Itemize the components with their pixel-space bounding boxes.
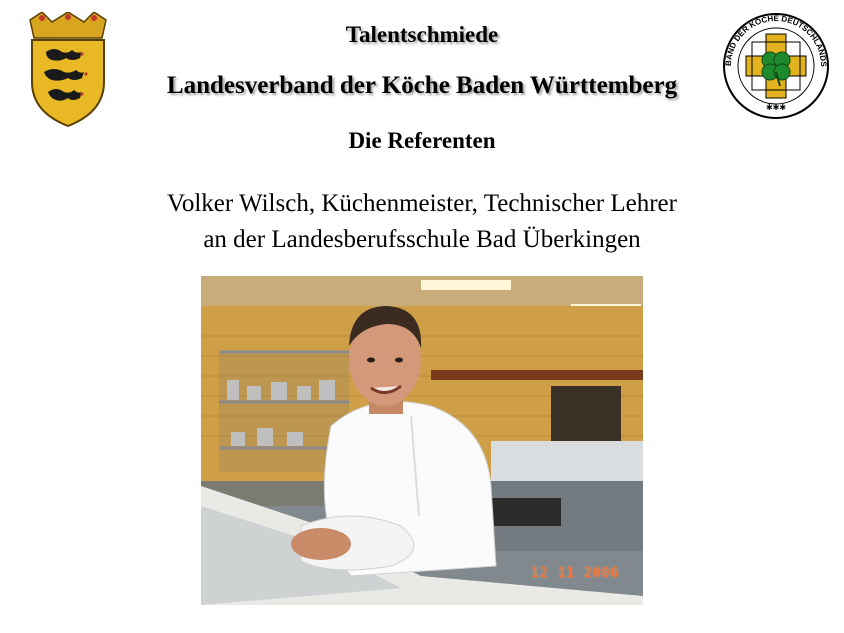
photo-date-stamp: 12 11 2006 <box>531 566 620 581</box>
svg-text:✱✱✱: ✱✱✱ <box>766 103 786 112</box>
slide-title: Talentschmiede <box>345 22 499 47</box>
section-title: Die Referenten <box>348 128 496 153</box>
speaker-photo: 12 11 2006 <box>201 276 643 605</box>
slide-subtitle: Landesverband der Köche Baden Württember… <box>166 72 678 99</box>
speaker-line-1: Volker Wilsch, Küchenmeister, Technische… <box>167 190 677 217</box>
speaker-line-2: an der Landesberufsschule Bad Überkingen <box>203 226 641 253</box>
